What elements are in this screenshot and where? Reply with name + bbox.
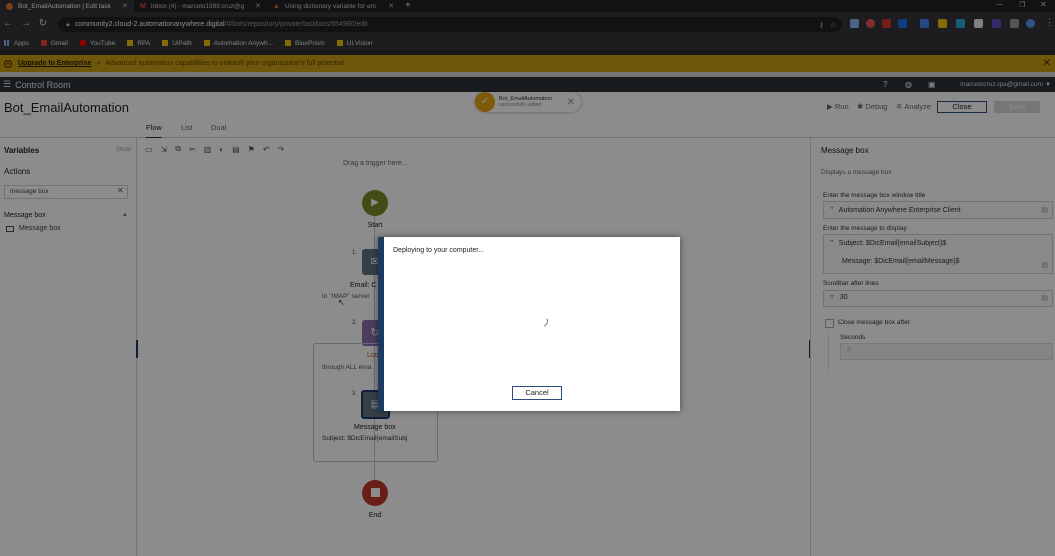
cancel-button[interactable]: Cancel <box>512 386 562 400</box>
deploying-dialog: Deploying to your computer... Cancel <box>378 237 680 411</box>
deploying-message: Deploying to your computer... <box>393 247 485 254</box>
loading-spinner-icon <box>534 313 550 329</box>
